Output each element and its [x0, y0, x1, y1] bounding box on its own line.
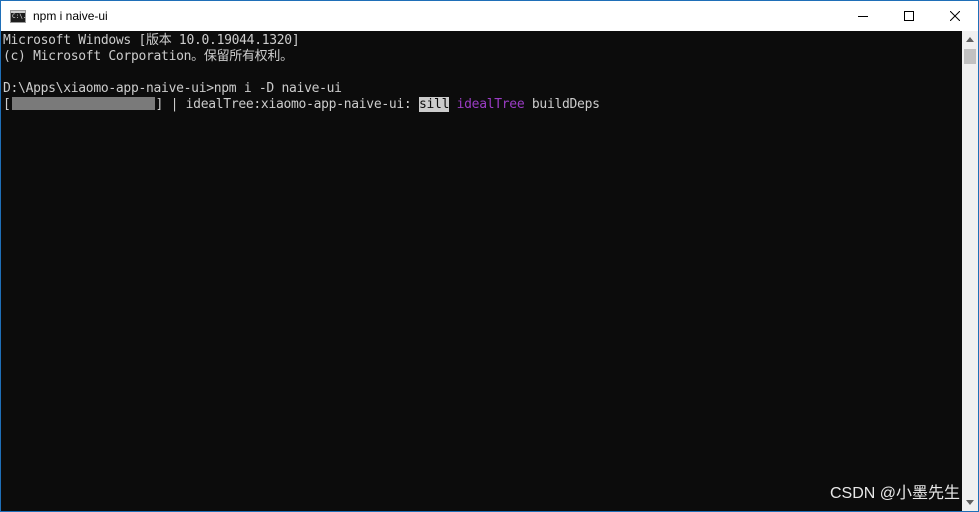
- console-line-progress: [] | idealTree:xiaomo-app-naive-ui: sill…: [3, 97, 600, 113]
- console-window: C:\. npm i naive-ui Microsoft Windows [版…: [0, 0, 979, 512]
- progress-bar: [11, 97, 155, 110]
- title-bar[interactable]: C:\. npm i naive-ui: [1, 1, 978, 31]
- window-title: npm i naive-ui: [33, 9, 108, 23]
- close-icon: [950, 11, 960, 21]
- console-line-version: Microsoft Windows [版本 10.0.19044.1320]: [3, 33, 300, 48]
- progress-open-bracket: [: [3, 97, 11, 112]
- chevron-up-icon: [966, 37, 974, 42]
- app-icon-text: C:\.: [12, 12, 27, 20]
- log-level-badge: sill: [418, 97, 450, 112]
- scroll-down-button[interactable]: [962, 494, 978, 511]
- close-button[interactable]: [932, 1, 978, 31]
- progress-separator: |: [163, 97, 186, 112]
- progress-close-bracket: ]: [155, 97, 164, 112]
- watermark-text: CSDN @小墨先生: [829, 485, 960, 502]
- log-tag: idealTree: [456, 97, 525, 112]
- log-message: buildDeps: [524, 97, 600, 112]
- scroll-up-button[interactable]: [962, 31, 978, 48]
- console-line-copyright: (c) Microsoft Corporation。保留所有权利。: [3, 49, 293, 64]
- progress-bar-fill: [11, 97, 155, 110]
- minimize-button[interactable]: [840, 1, 886, 31]
- progress-stage: idealTree:xiaomo-app-naive-ui:: [185, 97, 419, 112]
- console-line-command: D:\Apps\xiaomo-app-naive-ui>npm i -D nai…: [3, 81, 342, 96]
- console-output[interactable]: Microsoft Windows [版本 10.0.19044.1320] (…: [1, 31, 962, 511]
- console-app-icon[interactable]: C:\.: [10, 9, 27, 23]
- maximize-button[interactable]: [886, 1, 932, 31]
- minimize-icon: [858, 16, 868, 17]
- vertical-scrollbar[interactable]: [962, 31, 978, 511]
- chevron-down-icon: [966, 500, 974, 505]
- maximize-icon: [904, 11, 914, 21]
- scroll-thumb[interactable]: [964, 49, 976, 64]
